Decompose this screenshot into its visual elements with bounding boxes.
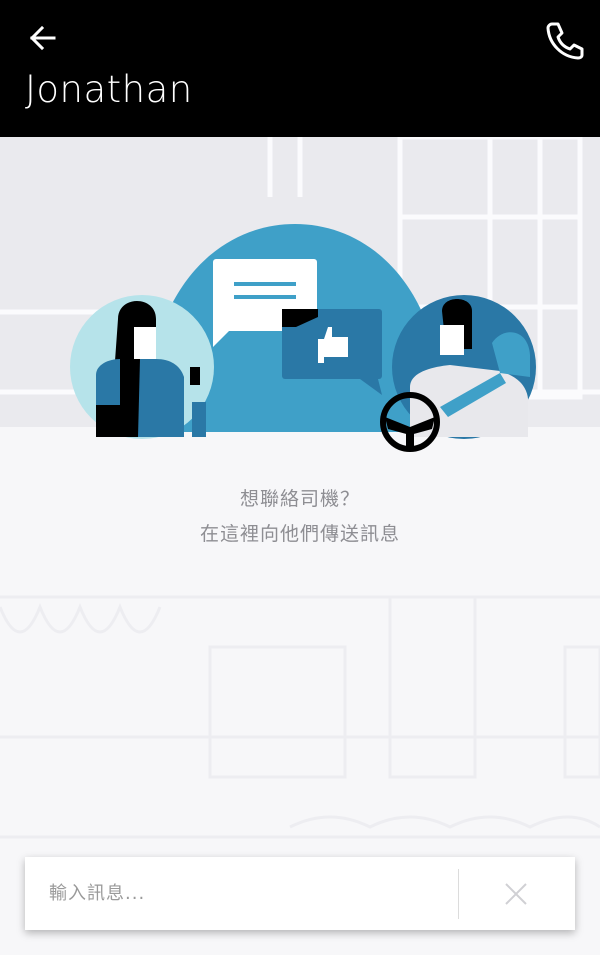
empty-state-title: 想聯絡司機？ [239, 488, 360, 510]
empty-state-subtitle: 在這裡向他們傳送訊息 [199, 523, 400, 545]
phone-icon [546, 22, 584, 60]
message-composer [25, 857, 575, 930]
contact-name: Jonathan [25, 68, 193, 111]
composer-divider [458, 869, 459, 919]
chat-area: 想聯絡司機？ 在這裡向他們傳送訊息 [0, 137, 600, 955]
clear-button[interactable] [503, 881, 529, 907]
arrow-left-icon [29, 25, 56, 51]
top-app-bar: Jonathan [0, 0, 600, 137]
contact-driver-illustration [70, 224, 536, 452]
message-input[interactable] [25, 857, 445, 930]
back-button[interactable] [22, 20, 62, 60]
close-icon [505, 883, 527, 905]
call-button[interactable] [540, 16, 586, 62]
